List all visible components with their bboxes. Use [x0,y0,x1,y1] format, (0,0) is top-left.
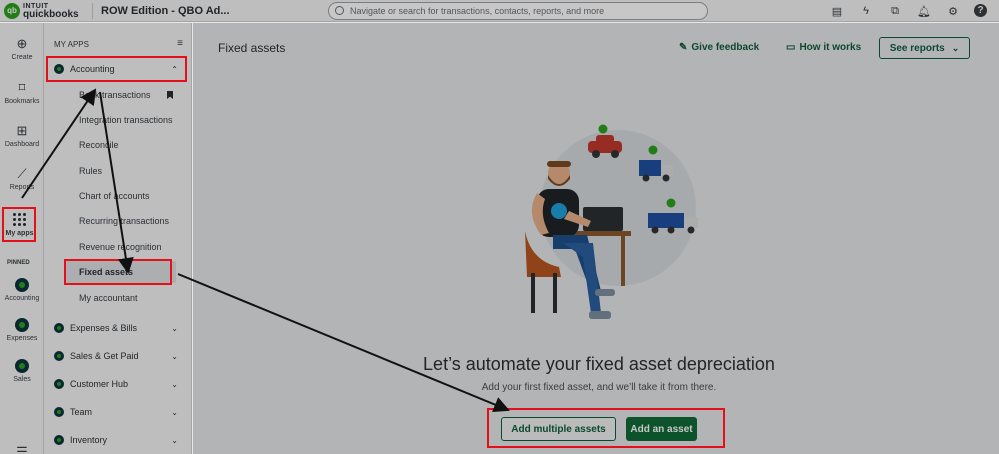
bell-icon[interactable]: 🔔︎ [916,3,932,19]
search-placeholder: Navigate or search for transactions, con… [350,5,605,16]
chevron-down-icon: ⌄ [171,379,178,389]
chart-line-icon: ⟋ [17,166,27,181]
search-icon [335,6,344,15]
sidebar-item-chart-of-accounts[interactable]: Chart of accounts [79,191,150,201]
expenses-app-icon [54,323,64,333]
team-icon [54,407,64,417]
customer-hub-icon [54,379,64,389]
rail-dashboard[interactable]: ⊞ Dashboard [0,123,44,149]
inventory-icon [54,435,64,445]
logo-quickbooks-text: quickbooks [23,8,79,20]
chevron-down-icon: ⌄ [171,323,178,333]
sliders-icon: ⚌ [16,440,28,454]
chevron-down-icon: ⌄ [171,407,178,417]
highlight-fixed-assets [64,259,172,285]
plus-circle-icon: ⊕ [16,36,28,51]
feedback-icon: ✎ [679,42,688,53]
category-customer-hub[interactable]: Customer Hub ⌄ [48,374,188,394]
chevron-down-icon: ⌄ [171,435,178,445]
sidebar-item-recurring-transactions[interactable]: Recurring transactions [79,216,169,226]
rail-settings[interactable]: ⚌ [0,441,44,454]
divider [92,2,93,19]
rail-pinned-accounting[interactable]: Accounting [0,278,44,302]
category-team[interactable]: Team ⌄ [48,402,188,422]
top-bar: qb INTUIT quickbooks ROW Edition - QBO A… [0,0,999,22]
quickbooks-logo-icon: qb [4,2,20,19]
sidebar-item-integration-transactions[interactable]: Integration transactions [79,115,173,125]
empty-state-headline: Let’s automate your fixed asset deprecia… [423,354,775,374]
sales-app-icon [54,351,64,361]
sidebar-item-rules[interactable]: Rules [79,166,102,176]
chevron-down-icon: ⌄ [951,42,960,53]
rail-bookmarks[interactable]: ⌑ Bookmarks [0,80,44,106]
sidebar-item-revenue-recognition[interactable]: Revenue recognition [79,242,162,252]
collapse-menu-icon[interactable]: ≡ [177,38,183,49]
company-name[interactable]: ROW Edition - QBO Ad... [101,5,326,17]
pinned-label: PINNED [7,260,30,266]
category-expenses-bills[interactable]: Expenses & Bills ⌄ [48,318,188,338]
rail-pinned-sales[interactable]: Sales [0,359,44,383]
dashboard-icon: ⊞ [16,123,28,138]
main-content: Fixed assets ✎ Give feedback ▭ How it wo… [193,23,999,454]
rail-pinned-expenses[interactable]: Expenses [0,318,44,342]
highlight-accounting [46,56,187,82]
category-sales-get-paid[interactable]: Sales & Get Paid ⌄ [48,346,188,366]
highlight-add-buttons [487,408,725,448]
accounting-app-icon [15,278,29,292]
fixed-assets-illustration [525,124,698,319]
how-it-works-link[interactable]: ▭ How it works [786,42,861,53]
give-feedback-link[interactable]: ✎ Give feedback [679,42,759,53]
quickbooks-logo[interactable]: qb INTUIT quickbooks [4,2,88,20]
rail-create[interactable]: ⊕ Create [0,36,44,62]
bookmark-icon: ⌑ [18,80,26,95]
help-icon[interactable]: ? [974,4,987,17]
empty-state-subline: Add your first fixed asset, and we’ll ta… [481,382,717,393]
category-inventory[interactable]: Inventory ⌄ [48,430,188,450]
search-input[interactable]: Navigate or search for transactions, con… [328,1,708,20]
chevron-down-icon: ⌄ [171,351,178,361]
lightning-icon[interactable]: ϟ [858,3,874,19]
sidebar-item-bank-transactions[interactable]: Bank transactions [79,90,151,100]
apps-icon[interactable]: ⧉ [887,3,903,19]
top-icon-group: ▤ ϟ ⧉ 🔔︎ ⚙ ? [829,3,987,19]
bookmark-icon[interactable] [167,91,173,99]
rail-reports[interactable]: ⟋ Reports [0,166,44,192]
sidebar-item-reconcile[interactable]: Reconcile [79,140,119,150]
highlight-my-apps [2,207,36,242]
my-apps-panel: MY APPS ≡ Accounting ⌃ Bank transactions… [44,23,192,454]
sidebar-item-my-accountant[interactable]: My accountant [79,293,138,303]
sales-app-icon [15,359,29,373]
gear-icon[interactable]: ⚙ [945,3,961,19]
expenses-app-icon [15,318,29,332]
book-icon: ▭ [786,42,796,53]
see-reports-button[interactable]: See reports ⌄ [879,37,970,59]
panel-heading: MY APPS [54,40,89,49]
clipboard-icon[interactable]: ▤ [829,3,845,19]
page-title: Fixed assets [218,41,286,55]
